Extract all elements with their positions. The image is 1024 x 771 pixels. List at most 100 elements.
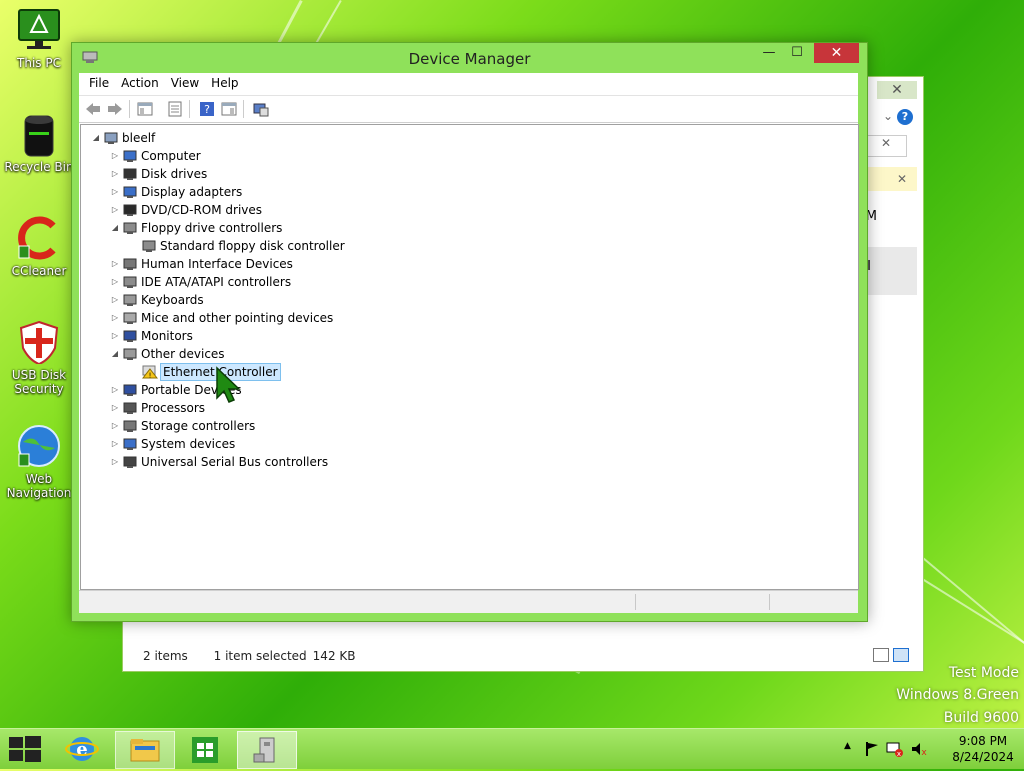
desktop-icon-web-navigation[interactable]: Web Navigation xyxy=(4,424,74,500)
expanded-arrow-icon[interactable]: ◢ xyxy=(110,219,120,237)
tree-node[interactable]: ▷ Processors xyxy=(81,399,841,417)
minimize-button[interactable]: — xyxy=(755,43,783,63)
desktop-icon-usb-disk-security[interactable]: USB Disk Security xyxy=(4,320,74,396)
tree-node[interactable]: ▷ Display adapters xyxy=(81,183,841,201)
volume-muted-icon[interactable]: x xyxy=(910,741,928,757)
properties-icon[interactable] xyxy=(167,101,183,117)
search-box[interactable]: ✕ xyxy=(865,135,907,157)
back-arrow-icon[interactable] xyxy=(85,101,101,117)
collapsed-arrow-icon[interactable]: ▷ xyxy=(110,309,120,327)
large-icons-view-icon[interactable] xyxy=(893,648,909,662)
tree-node-label[interactable]: Keyboards xyxy=(141,291,204,309)
tree-node-label[interactable]: Human Interface Devices xyxy=(141,255,293,273)
tree-node-label[interactable]: Universal Serial Bus controllers xyxy=(141,453,328,471)
collapsed-arrow-icon[interactable]: ▷ xyxy=(110,165,120,183)
taskbar-file-explorer[interactable] xyxy=(115,731,175,769)
collapsed-arrow-icon[interactable]: ▷ xyxy=(110,399,120,417)
desktop-icon-this-pc[interactable]: This PC xyxy=(4,8,74,70)
floppy-controller-icon xyxy=(123,221,137,235)
tree-node-label[interactable]: Standard floppy disk controller xyxy=(160,237,345,255)
taskbar-internet-explorer[interactable]: e xyxy=(54,731,110,767)
collapsed-arrow-icon[interactable]: ▷ xyxy=(110,255,120,273)
toolbar-separator xyxy=(129,100,130,118)
network-error-icon[interactable]: x xyxy=(886,741,904,757)
device-manager-icon xyxy=(253,737,275,763)
collapsed-arrow-icon[interactable]: ▷ xyxy=(110,183,120,201)
tree-node-label[interactable]: Storage controllers xyxy=(141,417,255,435)
tree-node-label[interactable]: bleelf xyxy=(122,129,155,147)
taskbar-device-manager[interactable] xyxy=(237,731,297,769)
tree-node-label[interactable]: Processors xyxy=(141,399,205,417)
tree-node[interactable]: ▷ IDE ATA/ATAPI controllers xyxy=(81,273,841,291)
menu-action[interactable]: Action xyxy=(115,73,165,90)
desktop-icon-ccleaner[interactable]: CCleaner xyxy=(4,216,74,278)
tree-node[interactable]: ▷ Universal Serial Bus controllers xyxy=(81,453,841,471)
tree-node[interactable]: ▷ Human Interface Devices xyxy=(81,255,841,273)
details-view-icon[interactable] xyxy=(873,648,889,662)
collapsed-arrow-icon[interactable]: ▷ xyxy=(110,435,120,453)
collapsed-arrow-icon[interactable]: ▷ xyxy=(110,417,120,435)
help-icon[interactable]: ? xyxy=(897,109,913,125)
taskbar-store[interactable] xyxy=(178,731,234,767)
device-tree[interactable]: ◢ bleelf ▷ Computer ▷ Disk drives ▷ Display ada… xyxy=(80,124,859,590)
collapsed-arrow-icon[interactable]: ▷ xyxy=(110,453,120,471)
usb-icon xyxy=(123,455,137,469)
tree-node[interactable]: ▷ Storage controllers xyxy=(81,417,841,435)
tree-node[interactable]: ▷ Computer xyxy=(81,147,841,165)
show-hide-console-tree-icon[interactable] xyxy=(137,101,153,117)
system-devices-icon xyxy=(123,437,137,451)
tree-node[interactable]: ▷ Monitors xyxy=(81,327,841,345)
collapsed-arrow-icon[interactable]: ▷ xyxy=(110,327,120,345)
collapsed-arrow-icon[interactable]: ▷ xyxy=(110,147,120,165)
expanded-arrow-icon[interactable]: ◢ xyxy=(110,345,120,363)
tree-node-label[interactable]: Disk drives xyxy=(141,165,207,183)
mouse-cursor xyxy=(215,366,243,407)
close-button[interactable]: ✕ xyxy=(877,81,917,99)
tree-node-label[interactable]: Floppy drive controllers xyxy=(141,219,282,237)
tree-node[interactable]: ◢ Other devices xyxy=(81,345,841,363)
menu-help[interactable]: Help xyxy=(205,73,244,90)
tree-node[interactable]: ▷ Keyboards xyxy=(81,291,841,309)
help-icon[interactable]: ? xyxy=(199,101,215,117)
clock[interactable]: 9:08 PM 8/24/2024 xyxy=(948,733,1018,765)
tree-node[interactable]: ▷ DVD/CD-ROM drives xyxy=(81,201,841,219)
menu-file[interactable]: File xyxy=(83,73,115,90)
tree-node[interactable]: ▷ Mice and other pointing devices xyxy=(81,309,841,327)
start-button[interactable] xyxy=(0,731,48,767)
collapsed-arrow-icon[interactable]: ▷ xyxy=(110,201,120,219)
device-manager-window[interactable]: Device Manager — ☐ ✕ File Action View Help … xyxy=(71,42,868,622)
collapsed-arrow-icon[interactable]: ▷ xyxy=(110,273,120,291)
tree-node[interactable]: ▷ Portable Devices xyxy=(81,381,841,399)
computer-root-icon xyxy=(104,131,118,145)
tree-node[interactable]: ▷ Disk drives xyxy=(81,165,841,183)
tree-node[interactable]: ◢ Floppy drive controllers xyxy=(81,219,841,237)
tree-node-label[interactable]: DVD/CD-ROM drives xyxy=(141,201,262,219)
tree-node-label[interactable]: Display adapters xyxy=(141,183,242,201)
chevron-down-icon[interactable]: ⌄ xyxy=(883,109,893,123)
tree-node[interactable]: ▷ System devices xyxy=(81,435,841,453)
expanded-arrow-icon[interactable]: ◢ xyxy=(91,129,101,147)
menu-view[interactable]: View xyxy=(165,73,205,90)
tree-node-label[interactable]: Computer xyxy=(141,147,201,165)
collapsed-arrow-icon[interactable]: ▷ xyxy=(110,381,120,399)
title-bar[interactable]: Device Manager — ☐ ✕ xyxy=(72,43,867,73)
tree-node[interactable]: Standard floppy disk controller xyxy=(81,237,841,255)
tree-node[interactable]: ! Ethernet Controller xyxy=(81,363,841,381)
scan-hardware-changes-icon[interactable] xyxy=(253,101,269,117)
maximize-button[interactable]: ☐ xyxy=(783,43,811,63)
tree-node-label[interactable]: IDE ATA/ATAPI controllers xyxy=(141,273,291,291)
action-center-flag-icon[interactable] xyxy=(864,741,880,757)
tree-node-label[interactable]: Monitors xyxy=(141,327,193,345)
action-pane-icon[interactable] xyxy=(221,101,237,117)
tree-node-label[interactable]: Other devices xyxy=(141,345,225,363)
show-hidden-icons-icon[interactable]: ▲ xyxy=(844,741,851,751)
desktop-icon-recycle-bin[interactable]: Recycle Bin xyxy=(4,112,74,174)
system-tray: ▲ x x 9:08 PM 8/24/2024 xyxy=(844,729,1024,769)
tree-node-label[interactable]: Mice and other pointing devices xyxy=(141,309,333,327)
collapsed-arrow-icon[interactable]: ▷ xyxy=(110,291,120,309)
tree-node-label[interactable]: System devices xyxy=(141,435,235,453)
disk-drive-icon xyxy=(123,167,137,181)
close-button[interactable]: ✕ xyxy=(814,43,859,63)
forward-arrow-icon[interactable] xyxy=(107,101,123,117)
tree-node[interactable]: ◢ bleelf xyxy=(81,129,841,147)
